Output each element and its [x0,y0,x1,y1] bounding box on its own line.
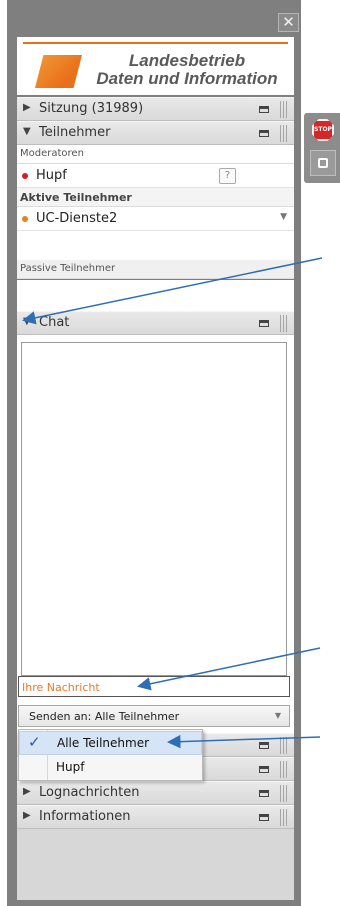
minimize-icon[interactable] [259,130,269,137]
collapse-arrow-icon: ▼ [23,316,31,327]
minimize-icon[interactable] [259,742,269,749]
status-dot-icon [22,216,28,222]
participant-name: UC-Dienste2 [36,211,118,226]
stop-button[interactable]: STOP [312,119,334,141]
status-dot-icon [22,173,28,179]
section-title-teilnehmer: Teilnehmer [39,125,111,140]
moderators-heading: Moderatoren [17,145,294,164]
logo-line-1: Landesbetrieb [128,51,246,70]
logo: Landesbetrieb Daten und Information [17,37,294,95]
section-title-chat: Chat [39,315,70,330]
drag-handle-icon[interactable] [280,761,288,778]
section-header-teilnehmer[interactable]: ▼ Teilnehmer [17,121,294,145]
expand-arrow-icon: ▶ [23,810,31,821]
logo-line-2: Daten und Information [96,69,278,88]
section-title-lognachrichten: Lognachrichten [39,785,140,800]
drag-handle-icon[interactable] [280,101,288,118]
participant-row-moderator[interactable]: Hupf ? [17,164,294,188]
help-icon[interactable]: ? [219,168,236,184]
passive-participants-heading: Passive Teilnehmer [17,260,294,279]
recipient-option-hupf[interactable]: Hupf [19,756,202,780]
side-control-tab: STOP [304,113,340,183]
recipient-select-label: Senden an: Alle Teilnehmer [29,710,180,723]
chat-history[interactable] [21,342,287,676]
minimize-icon[interactable] [259,106,269,113]
window-toggle-button[interactable] [310,150,336,176]
section-header-chat[interactable]: ▼ Chat [17,311,294,335]
checkmark-icon: ✓ [28,733,41,751]
recipient-option-all[interactable]: ✓ Alle Teilnehmer [19,731,202,755]
active-participants-list [17,231,294,260]
chevron-down-icon[interactable]: ▼ [280,212,287,222]
message-input[interactable]: Ihre Nachricht [18,676,290,697]
collapse-arrow-icon: ▼ [23,126,31,137]
logo-accent-line [23,42,288,44]
section-header-sitzung[interactable]: ▶ Sitzung (31989) [17,97,294,121]
recipient-option-label: Hupf [56,760,85,774]
minimize-icon[interactable] [259,790,269,797]
active-participants-heading: Aktive Teilnehmer [17,188,294,207]
expand-arrow-icon: ▶ [23,786,31,797]
drag-handle-icon[interactable] [280,785,288,802]
drag-handle-icon[interactable] [280,125,288,142]
recipient-dropdown: ✓ Alle Teilnehmer Hupf [18,729,203,781]
drag-handle-icon[interactable] [280,737,288,754]
section-header-informationen[interactable]: ▶ Informationen [17,805,294,829]
panel-footer [17,829,294,900]
expand-arrow-icon: ▶ [23,102,31,113]
drag-handle-icon[interactable] [280,315,288,332]
close-button[interactable]: ✕ [278,13,299,32]
section-title-informationen: Informationen [39,809,131,824]
logo-text: Landesbetrieb Daten und Information [87,52,287,88]
minimize-icon[interactable] [259,320,269,327]
minimize-icon[interactable] [259,766,269,773]
participant-name: Hupf [36,168,67,183]
passive-participants-list [17,280,294,311]
drag-handle-icon[interactable] [280,809,288,826]
section-title-sitzung: Sitzung (31989) [39,101,144,116]
logo-mark-icon [35,55,82,88]
chevron-down-icon[interactable]: ▼ [275,711,281,720]
minimize-icon[interactable] [259,814,269,821]
participant-row-active[interactable]: UC-Dienste2 ▼ [17,207,294,231]
section-header-lognachrichten[interactable]: ▶ Lognachrichten [17,781,294,805]
recipient-select[interactable]: Senden an: Alle Teilnehmer ▼ [18,705,290,727]
recipient-option-label: Alle Teilnehmer [57,736,150,750]
